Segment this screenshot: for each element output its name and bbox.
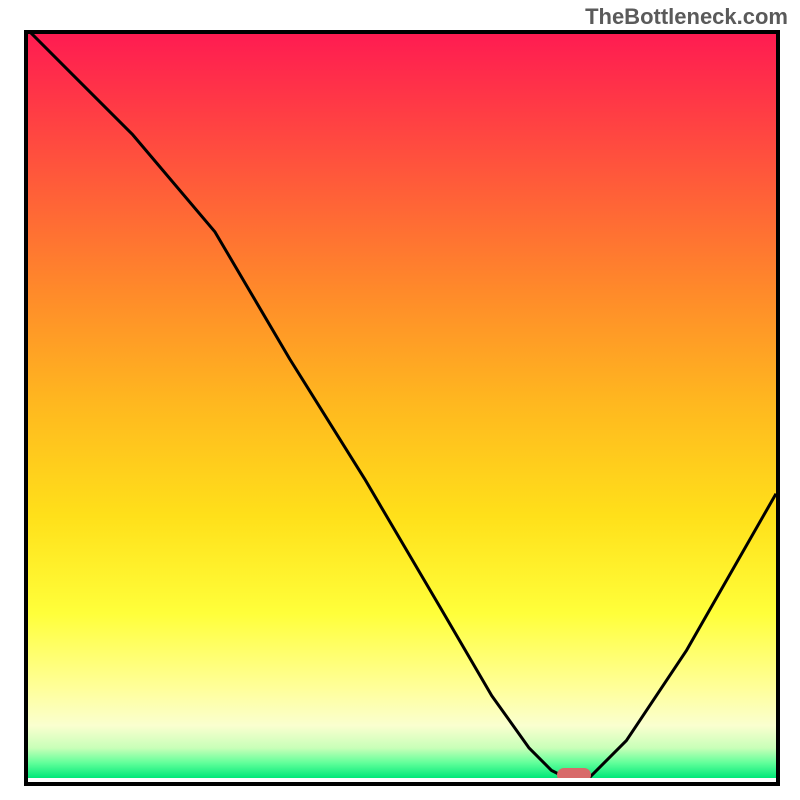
curve-layer [28, 30, 776, 778]
bottleneck-curve [28, 30, 776, 778]
watermark-text: TheBottleneck.com [585, 4, 788, 30]
optimal-marker [557, 768, 591, 778]
plot-area [28, 30, 776, 778]
